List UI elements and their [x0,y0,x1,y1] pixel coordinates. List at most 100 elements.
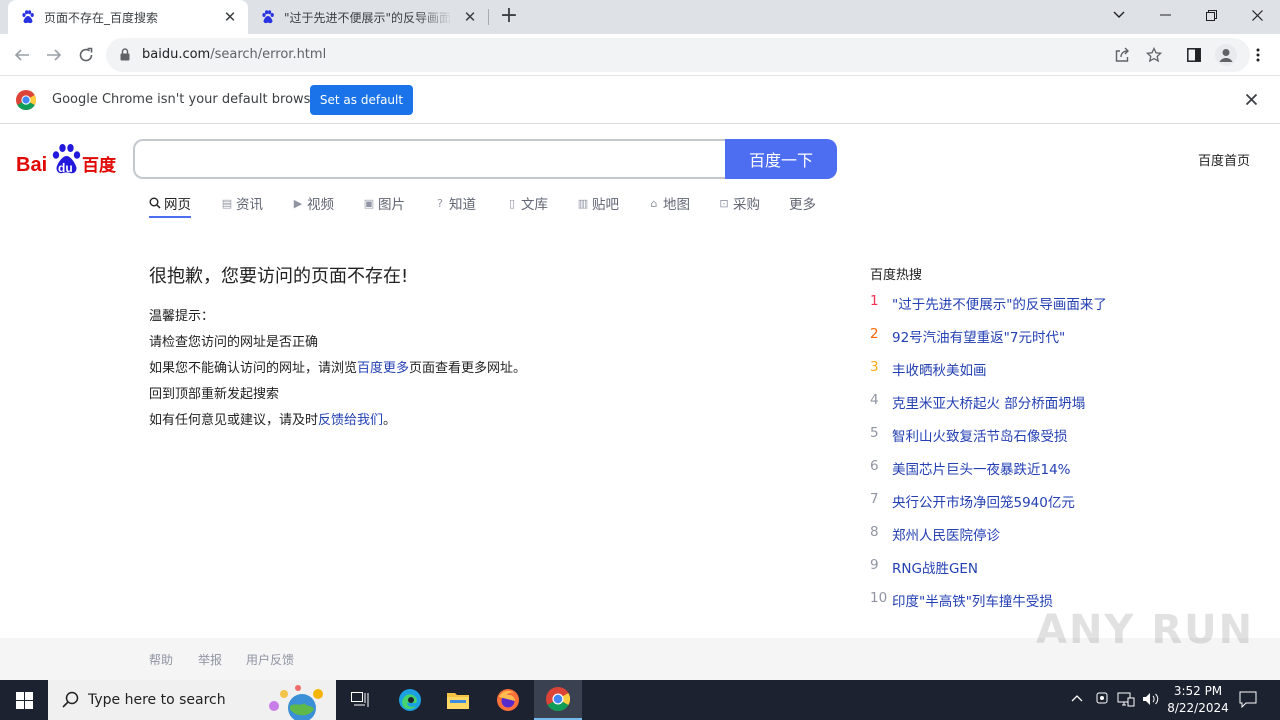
hot-search-title: 百度热搜 [870,268,923,283]
tab-wenku[interactable]: ▯ 文库 [506,193,548,214]
tab-map[interactable]: ⌂ 地图 [648,193,691,214]
tab-label: 更多 [789,197,816,213]
browser-toolbar: baidu.com/search/error.html [0,34,1280,76]
clock-time: 3:52 PM [1173,684,1223,698]
forward-icon[interactable] [40,41,68,69]
tray-chevron-icon[interactable] [1071,691,1083,706]
hot-search-item[interactable]: 6 美国芯片巨头一夜暴跌近14% [870,458,1107,491]
hot-text[interactable]: RNG战胜GEN [892,557,978,590]
hot-search-item[interactable]: 8 郑州人民医院停诊 [870,524,1107,557]
task-view-icon[interactable] [336,680,384,720]
baidu-more-link[interactable]: 百度更多 [357,361,409,376]
address-bar[interactable]: baidu.com/search/error.html [106,38,1250,72]
tab-close-icon[interactable]: ✕ [220,7,240,27]
svg-text:百度: 百度 [82,155,117,176]
tab-search-icon[interactable] [1096,0,1142,30]
footer-help-link[interactable]: 帮助 [149,651,173,668]
lock-icon[interactable] [120,48,130,61]
search-icon [62,691,79,708]
side-panel-icon[interactable] [1180,41,1208,69]
hot-text[interactable]: 印度"半高铁"列车撞牛受损 [892,590,1053,623]
default-browser-infobar: Google Chrome isn't your default browser… [0,76,1280,124]
image-icon: ▣ [363,196,375,210]
hot-text[interactable]: 92号汽油有望重返"7元时代" [892,326,1065,359]
hot-text[interactable]: 央行公开市场净回笼5940亿元 [892,491,1075,524]
hot-text[interactable]: 智利山火致复活节岛石像受损 [892,425,1068,458]
file-explorer-icon[interactable] [434,680,482,720]
hot-search-item[interactable]: 9 RNG战胜GEN [870,557,1107,590]
hot-search-item[interactable]: 7 央行公开市场净回笼5940亿元 [870,491,1107,524]
chrome-taskbar-icon[interactable] [534,680,582,720]
tip-browse-more: 如果您不能确认访问的网址，请浏览百度更多页面查看更多网址。 [149,361,527,376]
tab-label: 网页 [164,197,191,213]
hot-text[interactable]: 郑州人民医院停诊 [892,524,1000,557]
hot-rank: 1 [870,293,879,309]
tab-inactive[interactable]: "过于先进不便展示"的反导画面来了 ✕ [248,0,488,34]
footer-feedback-link[interactable]: 用户反馈 [246,651,294,668]
hot-search-item[interactable]: 5 智利山火致复活节岛石像受损 [870,425,1107,458]
minimize-icon[interactable] [1142,0,1188,30]
hot-text[interactable]: "过于先进不便展示"的反导画面来了 [892,293,1107,326]
map-icon: ⌂ [650,196,658,210]
tab-close-icon[interactable]: ✕ [460,7,480,27]
baidu-error-page: Bai du 百度 百度一下 百度首页 网页 ▤ 资讯 ▶ 视频 ▣ 图片 ? … [0,125,1280,680]
new-tab-button[interactable]: + [497,5,521,29]
anyrun-watermark: ANY RUN [1036,607,1255,653]
search-button[interactable]: 百度一下 [725,139,837,179]
infobar-close-icon[interactable] [1245,90,1258,109]
hot-search-item[interactable]: 1 "过于先进不便展示"的反导画面来了 [870,293,1107,326]
hot-rank: 2 [870,326,879,342]
reload-icon[interactable] [72,41,100,69]
hot-search-item[interactable]: 3 丰收晒秋美如画 [870,359,1107,392]
share-icon[interactable] [1108,41,1136,69]
menu-kebab-icon[interactable] [1244,41,1272,69]
windows-taskbar: Type here to search 3:52 PM 8/22/2024 [0,680,1280,720]
tab-more[interactable]: 更多 [789,193,816,213]
windows-start-icon[interactable] [0,680,48,720]
baidu-home-link[interactable]: 百度首页 [1198,150,1250,169]
footer-report-link[interactable]: 举报 [198,651,222,668]
taskbar-search-box[interactable]: Type here to search [48,680,336,720]
baidu-paw-icon [262,10,274,24]
hot-search-item[interactable]: 4 克里米亚大桥起火 部分桥面坍塌 [870,392,1107,425]
tab-purchase[interactable]: ⊡ 采购 [718,193,760,214]
profile-avatar-icon[interactable] [1212,41,1240,69]
taskbar-clock[interactable]: 3:52 PM 8/22/2024 [1160,683,1236,717]
hot-text[interactable]: 克里米亚大桥起火 部分桥面坍塌 [892,392,1085,425]
tab-tieba[interactable]: ▥ 贴吧 [577,193,619,214]
tab-title: 页面不存在_百度搜索 [44,10,159,25]
forum-icon: ▥ [577,196,589,210]
chrome-logo-icon [16,90,36,110]
network-icon[interactable] [1117,691,1135,711]
tab-image[interactable]: ▣ 图片 [363,193,405,214]
hot-text[interactable]: 丰收晒秋美如画 [892,359,987,392]
tray-meet-icon[interactable] [1095,691,1109,711]
tab-title: "过于先进不便展示"的反导画面来了 [284,10,452,25]
restore-icon[interactable] [1188,0,1234,30]
tab-web[interactable]: 网页 [149,193,191,218]
hot-text[interactable]: 美国芯片巨头一夜暴跌近14% [892,458,1071,491]
bookmark-star-icon[interactable] [1140,41,1168,69]
set-default-button[interactable]: Set as default [310,85,413,115]
notification-icon[interactable] [1239,691,1257,712]
baidu-logo[interactable]: Bai du 百度 [16,142,120,178]
back-icon[interactable] [8,41,36,69]
error-tips: 温馨提示： 请检查您访问的网址是否正确 如果您不能确认访问的网址，请浏览百度更多… [149,308,526,438]
tip-check-url: 请检查您访问的网址是否正确 [149,335,319,350]
firefox-icon[interactable] [484,680,532,720]
tip-feedback: 如有任何意见或建议，请及时反馈给我们。 [149,413,397,428]
baidu-paw-icon [22,10,34,24]
volume-icon[interactable] [1142,691,1160,711]
close-window-icon[interactable] [1234,0,1280,30]
tips-heading: 温馨提示： [149,309,215,324]
feedback-link[interactable]: 反馈给我们 [318,413,383,428]
edge-icon[interactable] [386,680,434,720]
tab-video[interactable]: ▶ 视频 [292,193,334,214]
search-input[interactable] [133,139,727,179]
news-icon: ▤ [221,196,233,210]
tab-news[interactable]: ▤ 资讯 [221,193,263,214]
tab-active[interactable]: 页面不存在_百度搜索 ✕ [8,0,248,34]
hot-rank: 4 [870,392,879,408]
tab-zhidao[interactable]: ? 知道 [434,193,476,214]
hot-search-item[interactable]: 2 92号汽油有望重返"7元时代" [870,326,1107,359]
